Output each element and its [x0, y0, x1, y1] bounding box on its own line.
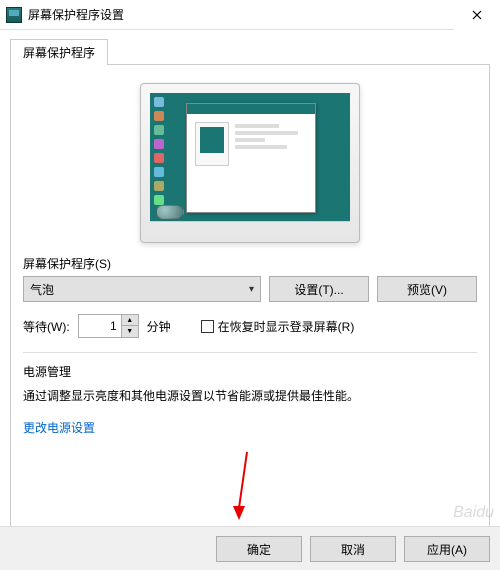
checkbox-box: [201, 320, 214, 333]
power-group-label: 电源管理: [23, 363, 477, 380]
saver-group-label: 屏幕保护程序(S): [23, 255, 477, 272]
resume-label: 在恢复时显示登录屏幕(R): [218, 318, 355, 335]
bubble-icon: [156, 205, 184, 219]
wait-label: 等待(W):: [23, 318, 70, 335]
tab-panel: 屏幕保护程序(S) 气泡 ▾ 设置(T)... 预览(V) 等待(W): ▲ ▼…: [10, 65, 490, 527]
apply-button[interactable]: 应用(A): [404, 536, 490, 562]
settings-button[interactable]: 设置(T)...: [269, 276, 369, 302]
power-section: 电源管理 通过调整显示亮度和其他电源设置以节省能源或提供最佳性能。 更改电源设置: [23, 363, 477, 436]
monitor-screen: [150, 93, 350, 233]
desktop-icons: [154, 97, 164, 205]
close-icon: [472, 10, 482, 20]
preview-area: [23, 79, 477, 255]
saver-dropdown[interactable]: 气泡 ▾: [23, 276, 261, 302]
wait-input[interactable]: [79, 315, 121, 337]
titlebar: 屏幕保护程序设置: [0, 0, 500, 30]
divider: [23, 352, 477, 353]
power-description: 通过调整显示亮度和其他电源设置以节省能源或提供最佳性能。: [23, 388, 477, 405]
dialog-buttons: 确定 取消 应用(A): [0, 526, 500, 570]
content-area: 屏幕保护程序 屏幕保护程序(S) 气泡: [0, 30, 500, 527]
screensaver-icon: [6, 7, 22, 23]
spinner-buttons: ▲ ▼: [121, 315, 138, 337]
tabstrip: 屏幕保护程序: [10, 38, 490, 65]
ok-button[interactable]: 确定: [216, 536, 302, 562]
spinner-up[interactable]: ▲: [122, 315, 138, 326]
monitor-frame: [140, 83, 360, 243]
window-title: 屏幕保护程序设置: [28, 6, 454, 23]
arrow-annotation: [241, 450, 243, 520]
resume-checkbox[interactable]: 在恢复时显示登录屏幕(R): [201, 318, 355, 335]
wait-unit: 分钟: [147, 318, 171, 335]
tab-screensaver[interactable]: 屏幕保护程序: [10, 39, 108, 65]
wait-spinner[interactable]: ▲ ▼: [78, 314, 139, 338]
close-button[interactable]: [454, 0, 500, 30]
preview-window: [186, 103, 316, 213]
cancel-button[interactable]: 取消: [310, 536, 396, 562]
spinner-down[interactable]: ▼: [122, 326, 138, 337]
wait-row: 等待(W): ▲ ▼ 分钟 在恢复时显示登录屏幕(R): [23, 314, 477, 338]
power-settings-link[interactable]: 更改电源设置: [23, 419, 477, 436]
preview-button[interactable]: 预览(V): [377, 276, 477, 302]
chevron-down-icon: ▾: [249, 284, 254, 295]
saver-selected: 气泡: [30, 281, 54, 298]
saver-row: 气泡 ▾ 设置(T)... 预览(V): [23, 276, 477, 302]
